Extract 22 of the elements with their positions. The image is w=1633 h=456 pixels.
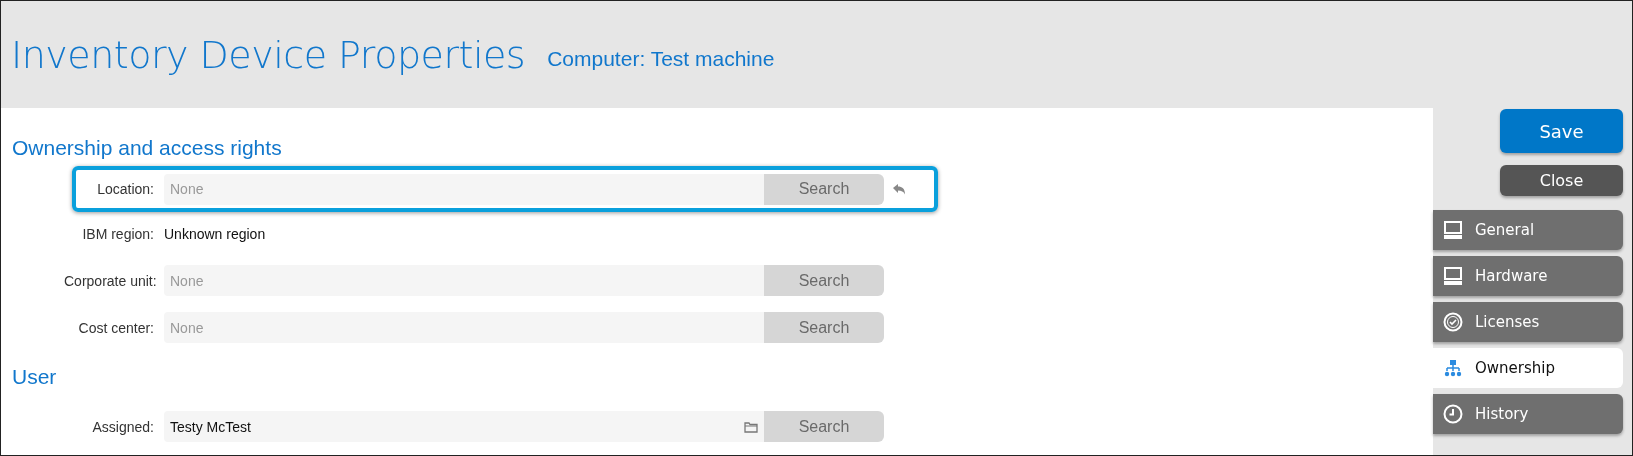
field-label: IBM region:	[81, 225, 155, 242]
check-badge-icon	[1443, 312, 1463, 332]
computer-icon	[1443, 266, 1463, 286]
side-tab[interactable]: Licenses	[1433, 302, 1623, 342]
page-title: Inventory Device Properties	[11, 32, 526, 77]
computer-icon	[1443, 220, 1463, 240]
field-label: Assigned:	[91, 418, 155, 435]
field-label: Corporate unit:	[64, 272, 158, 289]
page-subtitle: Computer: Test machine	[547, 45, 775, 71]
section-heading: Ownership and access rights	[12, 136, 283, 160]
side-tab[interactable]: Hardware	[1433, 256, 1623, 296]
side-tab[interactable]: History	[1433, 394, 1623, 434]
clock-icon	[1443, 404, 1463, 424]
org-chart-icon	[1443, 358, 1463, 378]
close-button[interactable]: Close	[1500, 165, 1623, 196]
field-label: Location:	[96, 181, 155, 197]
side-tab[interactable]: Ownership	[1433, 348, 1623, 388]
save-button[interactable]: Save	[1500, 109, 1623, 153]
field-label: Cost center:	[77, 319, 155, 336]
field-value: Unknown region	[164, 225, 266, 242]
side-tab[interactable]: General	[1433, 210, 1623, 250]
section-heading: User	[12, 365, 58, 389]
